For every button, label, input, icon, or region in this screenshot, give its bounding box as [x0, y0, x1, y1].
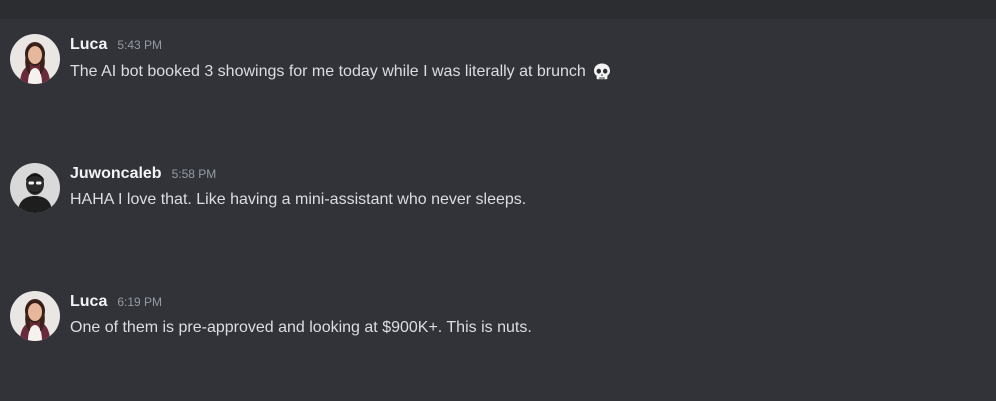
username[interactable]: Luca	[70, 293, 107, 311]
avatar-juwoncaleb[interactable]	[10, 163, 60, 213]
message-text: The AI bot booked 3 showings for me toda…	[70, 63, 586, 80]
avatar-luca[interactable]	[10, 291, 60, 341]
timestamp: 5:58 PM	[171, 167, 217, 181]
message-text: HAHA I love that. Like having a mini-ass…	[70, 191, 527, 208]
username[interactable]: Luca	[70, 36, 107, 54]
message-content: HAHA I love that. Like having a mini-ass…	[70, 191, 526, 209]
message-item: Luca 5:43 PM The AI bot booked 3 showing…	[0, 34, 996, 94]
channel-top-bar	[0, 0, 996, 19]
message-text: One of them is pre-approved and looking …	[70, 319, 532, 336]
message-content: One of them is pre-approved and looking …	[70, 319, 532, 337]
message-list: Luca 5:43 PM The AI bot booked 3 showing…	[0, 19, 996, 401]
avatar-luca[interactable]	[10, 34, 60, 84]
timestamp: 6:19 PM	[117, 295, 163, 309]
skull-emoji-icon[interactable]	[592, 62, 612, 82]
avatar-juwoncaleb-image	[10, 163, 60, 213]
message-header: Luca 5:43 PM	[70, 36, 162, 56]
message-header: Luca 6:19 PM	[70, 293, 162, 313]
message-header: Juwoncaleb 5:58 PM	[70, 165, 216, 185]
avatar-luca-image	[10, 34, 60, 84]
timestamp: 5:43 PM	[117, 38, 163, 52]
avatar-luca-image	[10, 291, 60, 341]
username[interactable]: Juwoncaleb	[70, 165, 162, 183]
message-item: Juwoncaleb 5:58 PM HAHA I love that. Lik…	[0, 163, 996, 223]
message-content: The AI bot booked 3 showings for me toda…	[70, 62, 612, 82]
message-item: Luca 6:19 PM One of them is pre-approved…	[0, 291, 996, 351]
